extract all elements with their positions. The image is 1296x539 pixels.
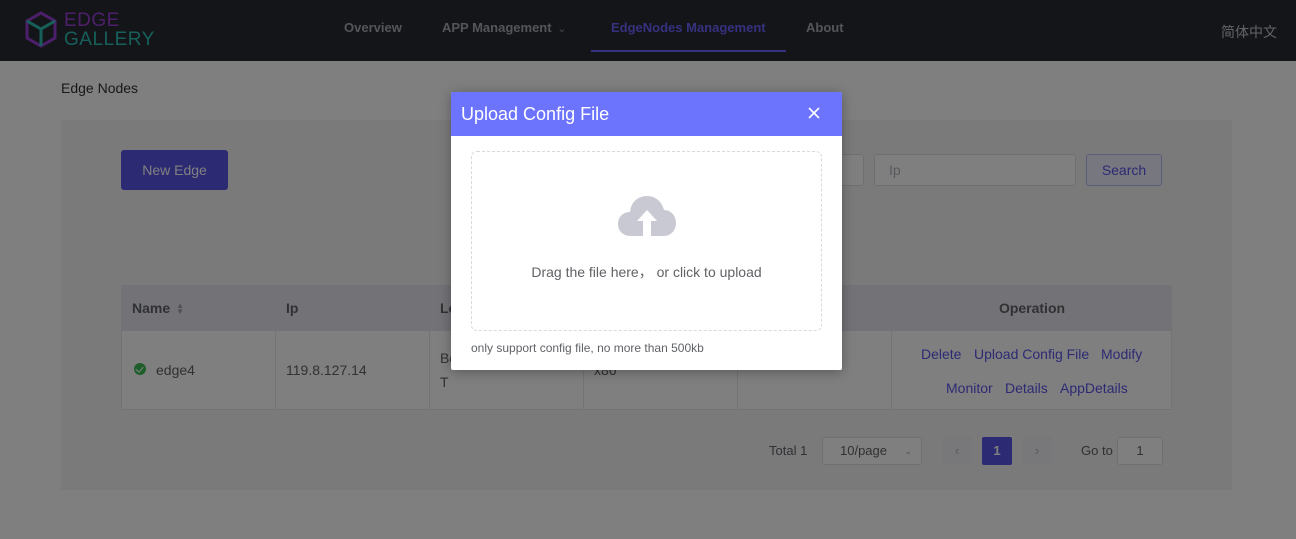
dialog-header: Upload Config File xyxy=(451,92,842,136)
file-dropzone[interactable]: Drag the file here， or click to upload xyxy=(471,151,822,331)
upload-config-dialog: Upload Config File Drag the file here， o… xyxy=(451,92,842,370)
close-icon[interactable] xyxy=(807,106,821,120)
upload-tip: only support config file, no more than 5… xyxy=(471,341,704,355)
cloud-upload-icon xyxy=(618,196,676,236)
dialog-title: Upload Config File xyxy=(461,104,610,124)
drop-instruction: Drag the file here， or click to upload xyxy=(531,264,762,280)
